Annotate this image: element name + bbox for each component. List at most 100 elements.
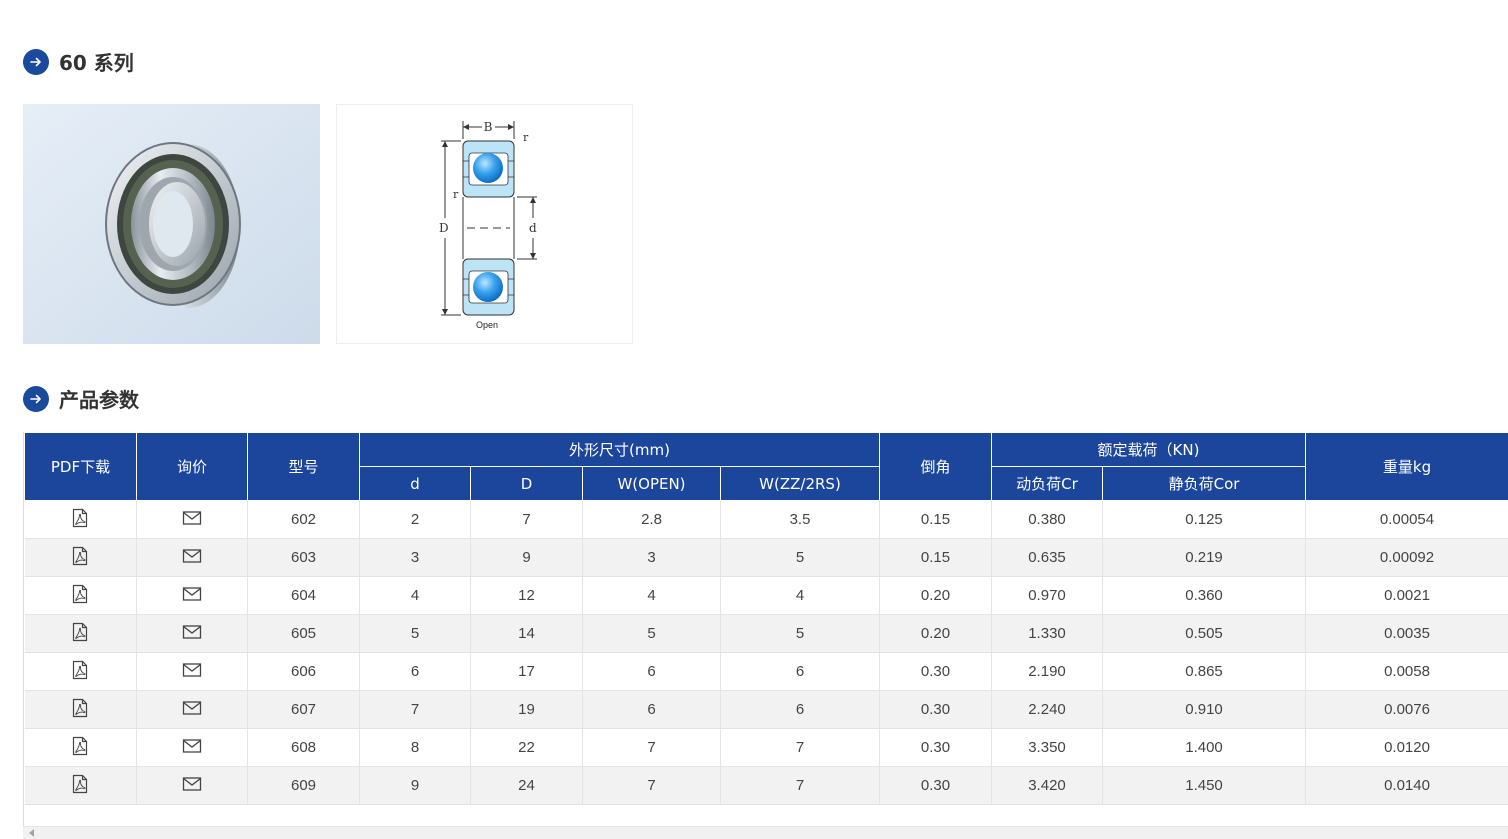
outer-diameter-cell: 22 (470, 728, 583, 767)
static-load-cell: 0.360 (1102, 576, 1307, 615)
pdf-file-icon[interactable] (71, 622, 89, 646)
width-open-cell: 3 (582, 538, 721, 577)
dynamic-load-cell: 0.380 (991, 500, 1103, 539)
params-table-container[interactable]: PDF下载 询价 型号 外形尺寸(mm) 倒角 额定载荷（KN) 重量kg d … (23, 432, 1508, 839)
width-open-cell: 7 (582, 766, 721, 805)
envelope-icon[interactable] (182, 662, 202, 682)
chamfer-cell: 0.20 (879, 576, 992, 615)
width-open-cell: 6 (582, 652, 721, 691)
horizontal-scrollbar[interactable] (23, 826, 1508, 839)
inner-diameter-cell: 4 (359, 576, 471, 615)
diagram-label-r-top: r (523, 131, 529, 144)
header-outer-diameter: D (470, 466, 583, 501)
header-inner-diameter: d (359, 466, 471, 501)
pdf-download-cell (24, 766, 137, 805)
inquiry-cell (136, 766, 248, 805)
diagram-caption: Open (476, 320, 498, 330)
width-zz-cell: 5 (720, 614, 880, 653)
params-table: PDF下载 询价 型号 外形尺寸(mm) 倒角 额定载荷（KN) 重量kg d … (24, 432, 1508, 805)
pdf-download-cell (24, 690, 137, 729)
envelope-icon[interactable] (182, 700, 202, 720)
outer-diameter-cell: 24 (470, 766, 583, 805)
envelope-icon[interactable] (182, 586, 202, 606)
inner-diameter-cell: 5 (359, 614, 471, 653)
diagram-label-outer-d: D (439, 221, 449, 235)
scroll-left-icon[interactable] (29, 829, 34, 837)
static-load-cell: 0.505 (1102, 614, 1307, 653)
bearing-diagram: B r r D d Open (336, 104, 633, 344)
model-cell: 603 (247, 538, 360, 577)
static-load-cell: 0.125 (1102, 500, 1307, 539)
bearing-photo (23, 104, 320, 344)
outer-diameter-cell: 12 (470, 576, 583, 615)
table-row: 605 5 14 5 5 0.20 1.330 0.505 0.0035 (24, 614, 1508, 653)
inquiry-cell (136, 576, 248, 615)
table-row: 603 3 9 3 5 0.15 0.635 0.219 0.00092 (24, 538, 1508, 577)
pdf-file-icon[interactable] (71, 546, 89, 570)
header-model: 型号 (247, 432, 360, 501)
model-cell: 602 (247, 500, 360, 539)
width-zz-cell: 3.5 (720, 500, 880, 539)
header-dimensions: 外形尺寸(mm) (359, 432, 880, 467)
header-width-open: W(OPEN) (582, 466, 721, 501)
width-zz-cell: 4 (720, 576, 880, 615)
series-heading: 60 系列 (23, 47, 134, 76)
outer-diameter-cell: 14 (470, 614, 583, 653)
static-load-cell: 0.910 (1102, 690, 1307, 729)
width-open-cell: 5 (582, 614, 721, 653)
pdf-file-icon[interactable] (71, 584, 89, 608)
width-zz-cell: 6 (720, 690, 880, 729)
chamfer-cell: 0.20 (879, 614, 992, 653)
table-row: 602 2 7 2.8 3.5 0.15 0.380 0.125 0.00054 (24, 500, 1508, 539)
pdf-file-icon[interactable] (71, 698, 89, 722)
inner-diameter-cell: 7 (359, 690, 471, 729)
pdf-download-cell (24, 614, 137, 653)
envelope-icon[interactable] (182, 548, 202, 568)
envelope-icon[interactable] (182, 510, 202, 530)
table-row: 604 4 12 4 4 0.20 0.970 0.360 0.0021 (24, 576, 1508, 615)
inquiry-cell (136, 538, 248, 577)
pdf-download-cell (24, 728, 137, 767)
series-title: 60 系列 (59, 51, 134, 75)
model-cell: 604 (247, 576, 360, 615)
envelope-icon[interactable] (182, 738, 202, 758)
chamfer-cell: 0.30 (879, 766, 992, 805)
static-load-cell: 0.219 (1102, 538, 1307, 577)
inner-diameter-cell: 6 (359, 652, 471, 691)
table-row: 607 7 19 6 6 0.30 2.240 0.910 0.0076 (24, 690, 1508, 729)
envelope-icon[interactable] (182, 776, 202, 796)
dynamic-load-cell: 2.190 (991, 652, 1103, 691)
pdf-file-icon[interactable] (71, 736, 89, 760)
pdf-file-icon[interactable] (71, 508, 89, 532)
pdf-download-cell (24, 500, 137, 539)
width-open-cell: 2.8 (582, 500, 721, 539)
inner-diameter-cell: 2 (359, 500, 471, 539)
weight-cell: 0.0035 (1305, 614, 1508, 653)
width-zz-cell: 5 (720, 538, 880, 577)
table-row: 608 8 22 7 7 0.30 3.350 1.400 0.0120 (24, 728, 1508, 767)
diagram-label-b: B (484, 120, 493, 134)
dynamic-load-cell: 1.330 (991, 614, 1103, 653)
pdf-file-icon[interactable] (71, 774, 89, 798)
header-chamfer: 倒角 (879, 432, 992, 501)
table-row: 606 6 17 6 6 0.30 2.190 0.865 0.0058 (24, 652, 1508, 691)
chamfer-cell: 0.30 (879, 690, 992, 729)
width-open-cell: 4 (582, 576, 721, 615)
pdf-file-icon[interactable] (71, 660, 89, 684)
envelope-icon[interactable] (182, 624, 202, 644)
width-open-cell: 6 (582, 690, 721, 729)
width-zz-cell: 7 (720, 766, 880, 805)
arrow-right-circle-icon (23, 385, 49, 412)
header-width-zz: W(ZZ/2RS) (720, 466, 880, 501)
weight-cell: 0.0140 (1305, 766, 1508, 805)
dynamic-load-cell: 3.350 (991, 728, 1103, 767)
arrow-right-circle-icon (23, 48, 49, 75)
static-load-cell: 1.450 (1102, 766, 1307, 805)
model-cell: 608 (247, 728, 360, 767)
diagram-label-inner-d: d (529, 221, 537, 235)
weight-cell: 0.0120 (1305, 728, 1508, 767)
inquiry-cell (136, 500, 248, 539)
outer-diameter-cell: 19 (470, 690, 583, 729)
header-dynamic-load: 动负荷Cr (991, 466, 1103, 501)
model-cell: 606 (247, 652, 360, 691)
